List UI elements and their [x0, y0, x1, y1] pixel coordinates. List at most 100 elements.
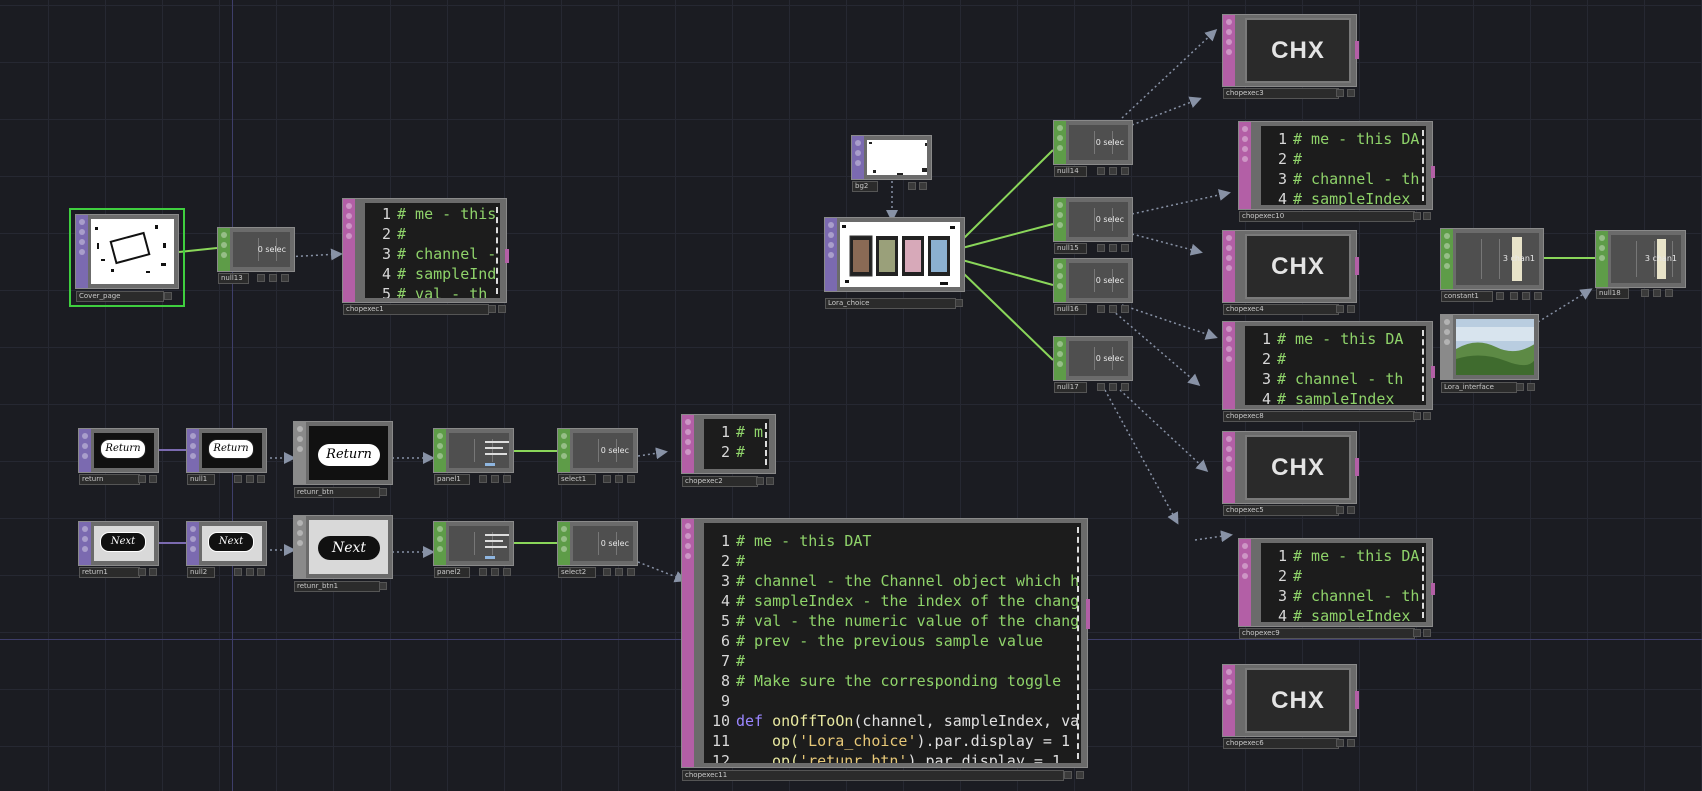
node-name[interactable]: constant1	[1441, 291, 1493, 302]
flag-button[interactable]	[1109, 305, 1117, 313]
flag-button[interactable]	[766, 477, 774, 485]
flag-button[interactable]	[603, 475, 611, 483]
flag-button[interactable]	[1109, 383, 1117, 391]
node-chopexec11[interactable]: 1 2 3 4 5 6 7 8 9 10 11 12 # me - this D…	[681, 518, 1090, 781]
flag-button[interactable]	[257, 475, 265, 483]
flag-button[interactable]	[491, 568, 499, 576]
node-name[interactable]: null15	[1054, 243, 1087, 254]
flag-button[interactable]	[1413, 629, 1421, 637]
node-name[interactable]: return1	[79, 567, 140, 578]
flag-button[interactable]	[234, 475, 242, 483]
node-null13[interactable]: 0 selec null13	[217, 227, 295, 284]
flag-button[interactable]	[1076, 771, 1084, 779]
node-name[interactable]: Cover_page	[76, 291, 164, 302]
flag-button[interactable]	[1665, 289, 1673, 297]
node-lora-interface[interactable]: Lora_interface	[1440, 314, 1539, 393]
node-null2[interactable]: Next null2	[186, 521, 267, 578]
node-name[interactable]: retunr_btn	[294, 487, 380, 498]
flag-button[interactable]	[1121, 383, 1129, 391]
flag-button[interactable]	[1121, 167, 1129, 175]
node-name[interactable]: return	[79, 474, 140, 485]
node-panel1[interactable]: panel1	[433, 428, 514, 485]
flag-button[interactable]	[1097, 383, 1105, 391]
flag-button[interactable]	[1109, 167, 1117, 175]
flag-button[interactable]	[908, 182, 916, 190]
node-cover-page[interactable]: Cover_page	[69, 208, 185, 307]
flag-button[interactable]	[138, 475, 146, 483]
flag-button[interactable]	[1534, 292, 1542, 300]
node-return[interactable]: Return return	[78, 428, 159, 485]
flag-button[interactable]	[919, 182, 927, 190]
flag-button[interactable]	[257, 274, 265, 282]
node-chopexec2[interactable]: 1 # m 2 # chopexec2	[681, 414, 776, 487]
flag-button[interactable]	[138, 568, 146, 576]
flag-button[interactable]	[1347, 89, 1355, 97]
node-name[interactable]: select2	[558, 567, 596, 578]
node-null16[interactable]: 0 selec null16	[1053, 258, 1133, 315]
flag-button[interactable]	[627, 475, 635, 483]
node-name[interactable]: Lora_choice	[825, 298, 956, 309]
flag-button[interactable]	[1064, 771, 1072, 779]
flag-button[interactable]	[1336, 305, 1344, 313]
node-name[interactable]: bg2	[852, 181, 878, 192]
flag-button[interactable]	[1641, 289, 1649, 297]
flag-button[interactable]	[269, 274, 277, 282]
flag-button[interactable]	[246, 568, 254, 576]
node-null17[interactable]: 0 selec null17	[1053, 336, 1133, 393]
node-name[interactable]: panel1	[434, 474, 470, 485]
flag-button[interactable]	[615, 568, 623, 576]
flag-button[interactable]	[488, 305, 496, 313]
flag-button[interactable]	[491, 475, 499, 483]
flag-button[interactable]	[1347, 739, 1355, 747]
node-name[interactable]: chopexec4	[1223, 304, 1339, 315]
flag-button[interactable]	[1423, 412, 1431, 420]
node-null1[interactable]: Return null1	[186, 428, 267, 485]
flag-button[interactable]	[1413, 412, 1421, 420]
flag-button[interactable]	[149, 568, 157, 576]
node-name[interactable]: null2	[187, 567, 215, 578]
flag-button[interactable]	[246, 475, 254, 483]
node-name[interactable]: panel2	[434, 567, 470, 578]
node-retunr-btn1[interactable]: Next retunr_btn1	[293, 515, 393, 593]
node-return1[interactable]: Next return1	[78, 521, 159, 578]
flag-button[interactable]	[1336, 506, 1344, 514]
flag-button[interactable]	[1653, 289, 1661, 297]
node-select2[interactable]: 0 selec select2	[557, 521, 638, 578]
flag-button[interactable]	[615, 475, 623, 483]
node-name[interactable]: chopexec9	[1239, 628, 1415, 639]
node-name[interactable]: chopexec10	[1239, 211, 1415, 222]
flag-button[interactable]	[503, 475, 511, 483]
flag-button[interactable]	[379, 488, 387, 496]
node-chopexec1[interactable]: 1 # me - this 2 # 3 # channel - 4 # sampleIn…	[342, 198, 509, 315]
node-chopexec5[interactable]: CHX chopexec5	[1222, 431, 1359, 516]
flag-button[interactable]	[1109, 244, 1117, 252]
flag-button[interactable]	[1347, 506, 1355, 514]
node-name[interactable]: chopexec5	[1223, 505, 1339, 516]
flag-button[interactable]	[1413, 212, 1421, 220]
flag-button[interactable]	[603, 568, 611, 576]
flag-button[interactable]	[955, 299, 963, 307]
node-chopexec10[interactable]: 1 # me - this DA 2 # 3 # channel - th 4 # sa…	[1238, 121, 1435, 222]
node-null15[interactable]: 0 selec null15	[1053, 197, 1133, 254]
flag-button[interactable]	[479, 568, 487, 576]
node-name[interactable]: null14	[1054, 166, 1087, 177]
node-chopexec6[interactable]: CHX chopexec6	[1222, 664, 1359, 749]
node-chopexec4[interactable]: CHX chopexec4	[1222, 230, 1359, 315]
node-chopexec3[interactable]: CHX chopexec3	[1222, 14, 1359, 99]
node-select1[interactable]: 0 selec select1	[557, 428, 638, 485]
node-bg2[interactable]: bg2	[851, 135, 932, 192]
flag-button[interactable]	[503, 568, 511, 576]
flag-button[interactable]	[379, 582, 387, 590]
flag-button[interactable]	[1336, 739, 1344, 747]
node-chopexec9[interactable]: 1 # me - this DA 2 # 3 # channel - th 4 # sa…	[1238, 538, 1435, 639]
flag-button[interactable]	[1516, 383, 1524, 391]
node-name[interactable]: null18	[1596, 288, 1629, 299]
node-retunr-btn[interactable]: Return retunr_btn	[293, 421, 393, 499]
flag-button[interactable]	[1522, 292, 1530, 300]
flag-button[interactable]	[281, 274, 289, 282]
node-name[interactable]: null17	[1054, 382, 1087, 393]
flag-button[interactable]	[1423, 212, 1431, 220]
flag-button[interactable]	[1097, 305, 1105, 313]
node-name[interactable]: chopexec3	[1223, 88, 1339, 99]
flag-button[interactable]	[1336, 89, 1344, 97]
